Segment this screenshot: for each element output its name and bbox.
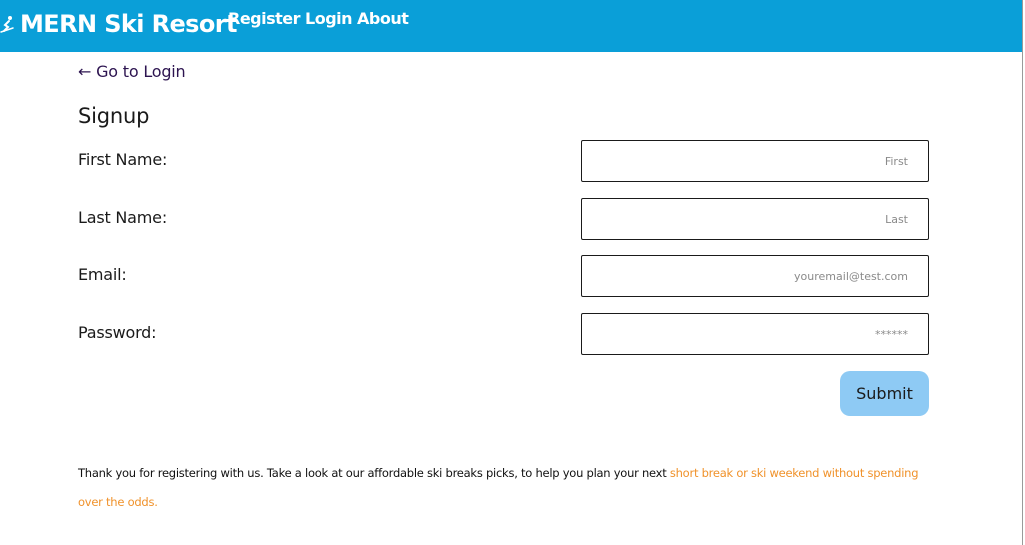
go-to-login-link[interactable]: ← Go to Login (78, 62, 186, 81)
nav-register-link[interactable]: Register (228, 9, 301, 28)
page-title: Signup (78, 104, 150, 128)
top-navbar: MERN Ski Resort Register Login About (0, 0, 1022, 52)
email-input[interactable] (581, 255, 929, 297)
last-name-input[interactable] (581, 198, 929, 240)
email-label: Email: (78, 265, 127, 284)
first-name-input[interactable] (581, 140, 929, 182)
password-label: Password: (78, 323, 157, 342)
nav-links: Register Login About (228, 9, 409, 28)
password-input[interactable] (581, 313, 929, 355)
skier-icon (0, 16, 14, 33)
brand-link[interactable]: MERN Ski Resort (0, 8, 237, 40)
submit-button[interactable]: Submit (840, 371, 929, 416)
footer-text: Thank you for registering with us. Take … (78, 466, 670, 480)
last-name-label: Last Name: (78, 208, 168, 227)
footer-message: Thank you for registering with us. Take … (78, 459, 928, 517)
brand-title: MERN Ski Resort (20, 10, 237, 38)
nav-login-link[interactable]: Login (305, 9, 353, 28)
nav-about-link[interactable]: About (357, 9, 409, 28)
first-name-label: First Name: (78, 150, 168, 169)
window-edge (1022, 0, 1023, 545)
